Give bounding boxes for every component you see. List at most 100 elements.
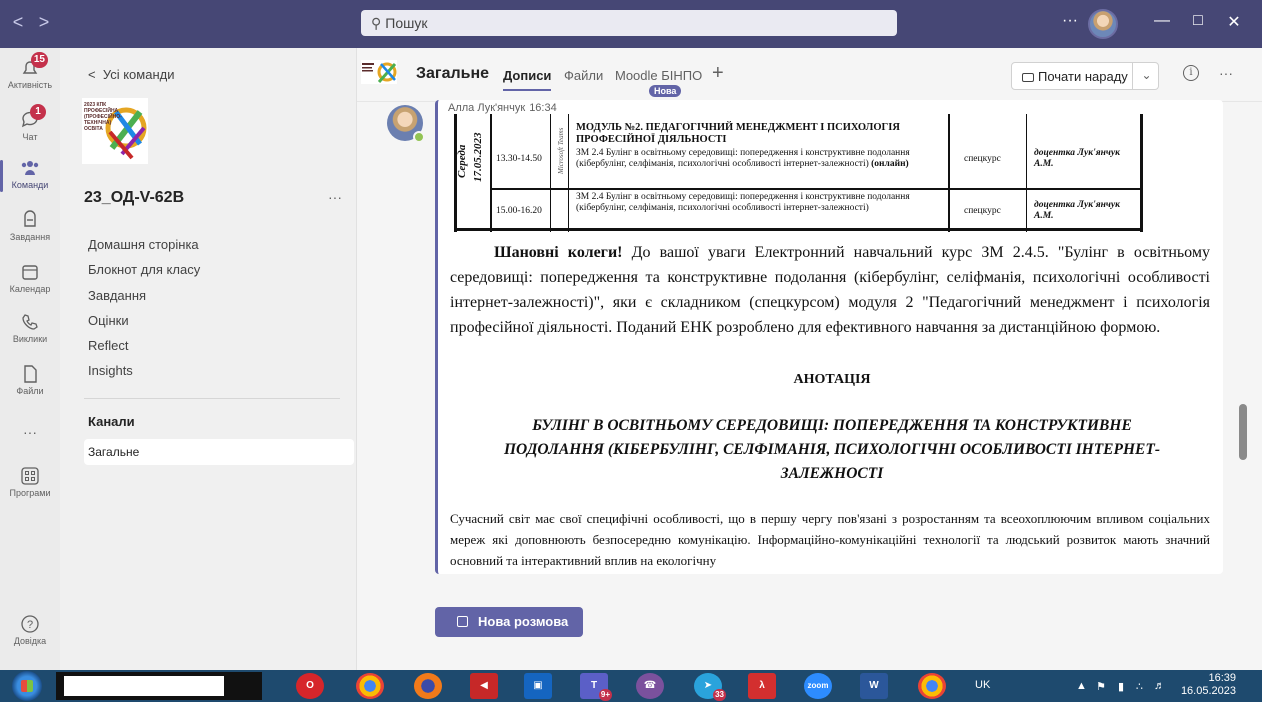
windows-logo-icon: [21, 680, 33, 692]
table-border: [490, 114, 492, 232]
maximize-icon[interactable]: □: [1186, 12, 1210, 30]
table-border: [550, 114, 551, 232]
team-nav-home[interactable]: Домашня сторінка: [88, 237, 199, 252]
network-icon[interactable]: ∴: [1136, 680, 1143, 693]
acrobat-icon[interactable]: λ: [748, 673, 776, 699]
channel-header: Загальне Дописи Файли Moodle БІНПО Нова …: [357, 48, 1262, 102]
viber-icon[interactable]: ☎: [636, 673, 664, 699]
main-content: Загальне Дописи Файли Moodle БІНПО Нова …: [357, 48, 1262, 670]
chrome-icon[interactable]: [356, 673, 384, 699]
rail-chat[interactable]: 1 Чат: [0, 104, 60, 142]
rail-assignments[interactable]: Завдання: [0, 210, 60, 242]
channels-header: Канали: [88, 414, 135, 429]
channel-thumbnail: [361, 60, 397, 84]
table-row-border: [490, 188, 1140, 190]
rail-help[interactable]: ? Довідка: [0, 614, 60, 646]
settings-more-icon[interactable]: ···: [1062, 12, 1078, 30]
card-divider: [435, 574, 1223, 584]
zoom-icon[interactable]: zoom: [804, 673, 832, 699]
minimize-icon[interactable]: —: [1150, 12, 1174, 30]
table-border: [1140, 114, 1143, 232]
clock[interactable]: 16:39 16.05.2023: [1176, 672, 1236, 698]
channel-info-icon[interactable]: i: [1183, 65, 1199, 81]
rail-more[interactable]: ···: [0, 424, 60, 440]
opera-icon[interactable]: O: [296, 673, 324, 699]
tab-posts[interactable]: Дописи: [503, 68, 552, 91]
scrollbar-thumb[interactable]: [1239, 404, 1247, 460]
all-teams-link[interactable]: < Усі команди: [88, 67, 174, 82]
post-greeting: Шановні колеги!: [494, 244, 623, 261]
telegram-icon[interactable]: ➤ 33: [694, 673, 726, 701]
channel-more-button[interactable]: ···: [1219, 65, 1233, 81]
table-border: [948, 114, 950, 232]
forward-arrow-icon[interactable]: >: [34, 12, 54, 33]
input-language[interactable]: UK: [975, 679, 990, 691]
close-icon[interactable]: ✕: [1222, 12, 1246, 32]
clock-time: 16:39: [1208, 672, 1236, 684]
search-icon: ⚲: [371, 15, 382, 31]
author-avatar[interactable]: [387, 105, 425, 143]
schedule-type: спецкурс: [964, 154, 1001, 164]
channel-item-general[interactable]: Загальне: [84, 439, 354, 465]
redacted-area: [56, 672, 262, 700]
chevron-down-icon: ⌄: [1141, 68, 1152, 82]
team-nav-notebook[interactable]: Блокнот для класу: [88, 262, 200, 277]
video-camera-icon: [1022, 73, 1034, 82]
firefox-icon[interactable]: [414, 673, 442, 699]
rail-label: Програми: [9, 488, 51, 498]
telegram-badge: 33: [713, 689, 726, 701]
calendar-icon: [22, 265, 38, 280]
post-card: Алла Лук'янчук 16:34 Середа 17.05.2023 Mi…: [435, 100, 1223, 574]
schedule-day: Середа: [456, 144, 468, 178]
svg-text:?: ?: [27, 619, 33, 631]
divider: [84, 398, 340, 399]
rail-teams[interactable]: Команди: [0, 158, 60, 192]
add-tab-button[interactable]: +: [712, 62, 724, 85]
rail-label: Файли: [16, 386, 44, 396]
rail-calls[interactable]: Виклики: [0, 312, 60, 344]
rail-apps[interactable]: Програми: [0, 466, 60, 498]
table-border: [568, 114, 569, 232]
schedule-time: 13.30-14.50: [496, 154, 542, 164]
team-nav-assignments[interactable]: Завдання: [88, 288, 146, 303]
rail-files[interactable]: Файли: [0, 364, 60, 396]
back-arrow-icon[interactable]: <: [8, 12, 28, 33]
schedule-platform: Microsoft Teams: [557, 127, 565, 174]
profile-avatar[interactable]: [1088, 9, 1118, 39]
rail-label: Завдання: [9, 232, 51, 242]
tab-moodle[interactable]: Moodle БІНПО: [615, 68, 702, 83]
rail-activity[interactable]: 15 Активність: [0, 52, 60, 90]
teams-app-icon[interactable]: T 9+: [580, 673, 612, 701]
battery-icon[interactable]: ▮: [1118, 680, 1124, 693]
search-input[interactable]: ⚲ Пошук: [361, 10, 897, 36]
start-button[interactable]: [12, 671, 42, 701]
team-more-button[interactable]: ···: [328, 189, 342, 205]
team-nav-insights[interactable]: Insights: [88, 363, 133, 378]
remote-desktop-icon[interactable]: ◀: [470, 673, 498, 699]
annotation-heading: БУЛІНГ В ОСВІТНЬОМУ СЕРЕДОВИЩІ: ПОПЕРЕДЖ…: [503, 417, 1161, 482]
save-icon[interactable]: ▣: [524, 673, 552, 699]
title-bar: < > ⚲ Пошук ··· — □ ✕: [0, 0, 1262, 48]
word-icon[interactable]: W: [860, 673, 888, 699]
rail-calendar[interactable]: Календар: [0, 262, 60, 294]
file-icon: [24, 365, 37, 383]
post-author[interactable]: Алла Лук'янчук: [448, 102, 525, 114]
presence-available-icon: [413, 131, 425, 143]
new-badge: Нова: [649, 85, 682, 97]
team-panel: < Усі команди 2023 КПК ПРОФЕСІЙНА (ПРОФЕ…: [60, 48, 357, 670]
team-name: 23_ОД-V-62В: [84, 189, 185, 206]
meeting-options-dropdown[interactable]: ⌄: [1132, 62, 1160, 90]
chrome-profile-icon[interactable]: [918, 673, 946, 699]
schedule-topic: ЗМ 2.4 Булінг в освітньому середовищі: п…: [576, 192, 910, 213]
flag-icon[interactable]: ⚑: [1096, 680, 1106, 693]
phone-icon: [22, 314, 38, 330]
app-rail: 15 Активність 1 Чат Команди Завдання Кал…: [0, 48, 60, 670]
chat-badge: 1: [30, 104, 46, 120]
tray-arrow-icon[interactable]: ▲: [1076, 680, 1087, 692]
team-nav-grades[interactable]: Оцінки: [88, 313, 129, 328]
new-conversation-button[interactable]: Нова розмова: [435, 607, 583, 637]
teams-badge: 9+: [598, 689, 612, 701]
team-nav-reflect[interactable]: Reflect: [88, 338, 128, 353]
tab-files[interactable]: Файли: [564, 68, 603, 83]
volume-icon[interactable]: ♬: [1154, 680, 1165, 692]
